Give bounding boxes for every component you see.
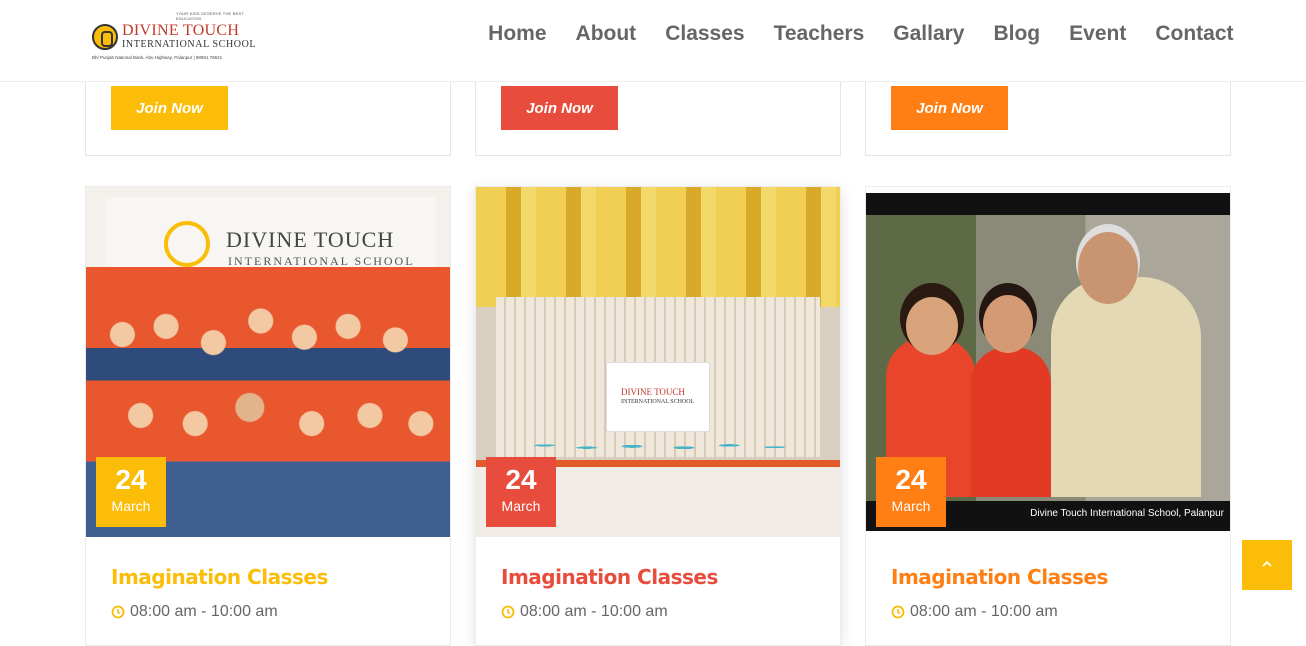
- nav-item-teachers[interactable]: Teachers: [759, 21, 879, 47]
- signboard-name: DIVINE TOUCH: [226, 227, 395, 252]
- class-card: Join Now: [475, 70, 841, 156]
- school-signboard: DIVINE TOUCH INTERNATIONAL SCHOOL: [106, 197, 436, 277]
- photo-caption: Divine Touch International School, Palan…: [1030, 508, 1224, 519]
- join-now-button[interactable]: Join Now: [501, 86, 618, 130]
- signboard-subtitle: INTERNATIONAL SCHOOL: [621, 399, 695, 405]
- nav-item-gallary[interactable]: Gallary: [879, 21, 979, 47]
- event-time: 08:00 am - 10:00 am: [501, 603, 668, 621]
- date-badge: 24 March: [876, 457, 946, 527]
- nav-item-about[interactable]: About: [561, 21, 651, 47]
- nav-item-contact[interactable]: Contact: [1141, 21, 1248, 47]
- event-time-text: 08:00 am - 10:00 am: [520, 603, 668, 620]
- speaker: [1051, 277, 1201, 497]
- event-time-text: 08:00 am - 10:00 am: [910, 603, 1058, 620]
- student-boy: [971, 347, 1051, 497]
- clock-icon: [891, 605, 905, 619]
- event-card: DIVINE TOUCH INTERNATIONAL SCHOOL 24 Mar…: [85, 186, 451, 646]
- date-day: 24: [115, 464, 147, 495]
- nav-item-classes[interactable]: Classes: [651, 21, 759, 47]
- join-now-button[interactable]: Join Now: [891, 86, 1008, 130]
- school-signboard: DIVINE TOUCH INTERNATIONAL SCHOOL: [606, 362, 710, 432]
- class-card: Join Now: [85, 70, 451, 156]
- event-time-text: 08:00 am - 10:00 am: [130, 603, 278, 620]
- event-card: DIVINE TOUCH INTERNATIONAL SCHOOL 24 Mar…: [475, 186, 841, 646]
- date-day: 24: [505, 464, 537, 495]
- logo-address: Bh/ Punjab National Bank, Abu Highway, P…: [92, 55, 223, 60]
- chevron-up-icon: [1262, 560, 1272, 567]
- event-time: 08:00 am - 10:00 am: [891, 603, 1058, 621]
- school-emblem-icon: [164, 221, 210, 267]
- event-time: 08:00 am - 10:00 am: [111, 603, 278, 621]
- date-month: March: [501, 498, 541, 514]
- logo-subtitle: INTERNATIONAL SCHOOL: [122, 39, 257, 50]
- signboard-name: DIVINE TOUCH: [621, 387, 685, 397]
- event-title[interactable]: Imagination Classes: [111, 565, 328, 589]
- event-title[interactable]: Imagination Classes: [891, 565, 1108, 589]
- stage-drapes: [476, 187, 840, 307]
- date-badge: 24 March: [96, 457, 166, 527]
- site-header: YOUR KIDS DESERVE THE BEST EDUCATION DIV…: [0, 0, 1306, 82]
- nav-item-home[interactable]: Home: [474, 21, 561, 47]
- date-month: March: [891, 498, 931, 514]
- date-month: March: [111, 498, 151, 514]
- logo-tagline: YOUR KIDS DESERVE THE BEST EDUCATION: [176, 11, 244, 21]
- school-logo[interactable]: YOUR KIDS DESERVE THE BEST EDUCATION DIV…: [86, 9, 270, 67]
- nav-item-blog[interactable]: Blog: [979, 21, 1055, 47]
- logo-emblem-icon: [92, 24, 118, 50]
- join-now-button[interactable]: Join Now: [111, 86, 228, 130]
- clock-icon: [501, 605, 515, 619]
- clock-icon: [111, 605, 125, 619]
- date-badge: 24 March: [486, 457, 556, 527]
- class-card: Join Now: [865, 70, 1231, 156]
- event-title[interactable]: Imagination Classes: [501, 565, 718, 589]
- event-card: Divine Touch International School, Palan…: [865, 186, 1231, 646]
- date-day: 24: [895, 464, 927, 495]
- logo-name: DIVINE TOUCH: [122, 22, 240, 39]
- nav-item-event[interactable]: Event: [1055, 21, 1141, 47]
- scroll-to-top-button[interactable]: [1242, 540, 1292, 590]
- main-nav: Home About Classes Teachers Gallary Blog…: [474, 21, 1248, 47]
